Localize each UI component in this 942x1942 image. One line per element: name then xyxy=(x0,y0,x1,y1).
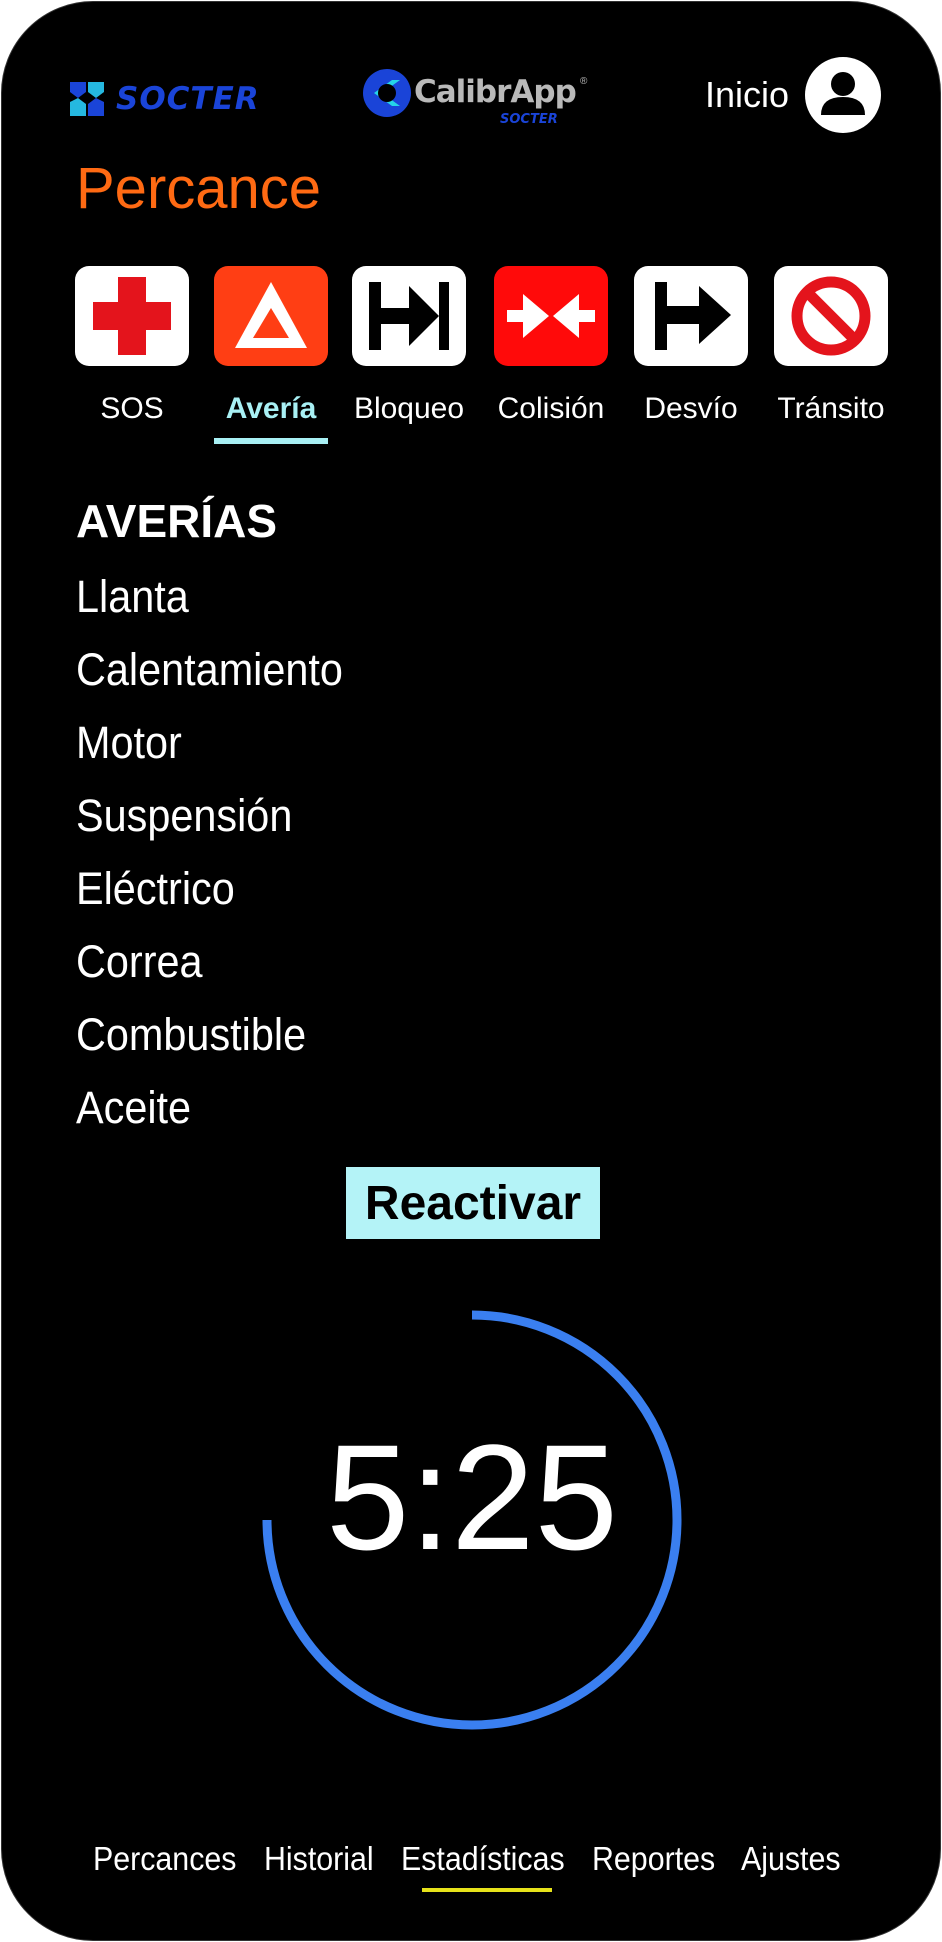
list-item[interactable]: Aceite xyxy=(76,1085,191,1130)
calibrapp-logo: CalibrApp ® SOCTER xyxy=(362,66,592,132)
nav-reportes[interactable]: Reportes xyxy=(592,1842,715,1875)
warning-triangle-icon xyxy=(235,282,307,348)
list-heading: AVERÍAS xyxy=(76,495,278,547)
list-item[interactable]: Suspensión xyxy=(76,793,292,838)
socter-logo-icon xyxy=(70,82,104,116)
nav-historial[interactable]: Historial xyxy=(264,1842,374,1875)
list-item[interactable]: Eléctrico xyxy=(76,866,235,911)
phone-screen: SOCTER CalibrApp ® SOCTER Inicio Percanc… xyxy=(1,1,941,1941)
nav-ajustes[interactable]: Ajustes xyxy=(741,1842,841,1875)
category-label-averia: Avería xyxy=(225,392,317,425)
category-tile[interactable] xyxy=(75,266,189,366)
no-entry-icon xyxy=(791,276,871,356)
block-arrow-icon xyxy=(369,282,449,350)
calibrapp-logo-icon xyxy=(363,69,411,117)
collision-icon xyxy=(507,294,595,338)
page-title: Percance xyxy=(76,156,322,221)
category-tile[interactable] xyxy=(494,266,608,366)
category-tile[interactable] xyxy=(214,266,328,366)
calibrapp-name-part2: App xyxy=(510,74,576,110)
nav-percances[interactable]: Percances xyxy=(93,1842,236,1875)
category-label-colision: Colisión xyxy=(497,392,605,425)
calibrapp-name-part1: Calibr xyxy=(414,74,511,110)
user-avatar-icon[interactable] xyxy=(805,57,881,133)
category-averia[interactable]: Avería xyxy=(214,266,330,444)
red-cross-icon xyxy=(93,277,171,355)
nav-estadisticas[interactable]: Estadísticas xyxy=(401,1842,565,1875)
category-desvio[interactable]: Desvío xyxy=(634,266,750,436)
list-item[interactable]: Motor xyxy=(76,720,182,765)
category-label-sos: SOS xyxy=(100,392,164,425)
category-transito[interactable]: Tránsito xyxy=(774,266,890,436)
active-category-underline xyxy=(214,438,328,444)
socter-logo: SOCTER xyxy=(66,76,260,122)
home-link[interactable]: Inicio xyxy=(705,74,789,116)
detour-arrow-icon xyxy=(655,282,731,350)
list-item[interactable]: Calentamiento xyxy=(76,647,343,692)
category-colision[interactable]: Colisión xyxy=(494,266,610,436)
reactivate-button[interactable]: Reactivar xyxy=(346,1167,600,1239)
calibrapp-name: CalibrApp xyxy=(414,74,577,110)
list-item[interactable]: Combustible xyxy=(76,1012,306,1057)
category-label-desvio: Desvío xyxy=(644,392,738,425)
category-bloqueo[interactable]: Bloqueo xyxy=(352,266,468,436)
category-label-bloqueo: Bloqueo xyxy=(353,392,465,425)
category-tile[interactable] xyxy=(634,266,748,366)
list-item[interactable]: Llanta xyxy=(76,574,189,619)
list-item[interactable]: Correa xyxy=(76,939,203,984)
countdown-timer: 5:25 xyxy=(326,1413,618,1581)
category-label-transito: Tránsito xyxy=(777,392,885,425)
category-tile[interactable] xyxy=(774,266,888,366)
calibrapp-subtitle: SOCTER xyxy=(500,112,558,127)
registered-mark: ® xyxy=(580,76,588,87)
category-tile[interactable] xyxy=(352,266,466,366)
category-sos[interactable]: SOS xyxy=(75,266,191,436)
active-nav-underline xyxy=(422,1888,552,1892)
socter-brand-text: SOCTER xyxy=(116,81,260,117)
